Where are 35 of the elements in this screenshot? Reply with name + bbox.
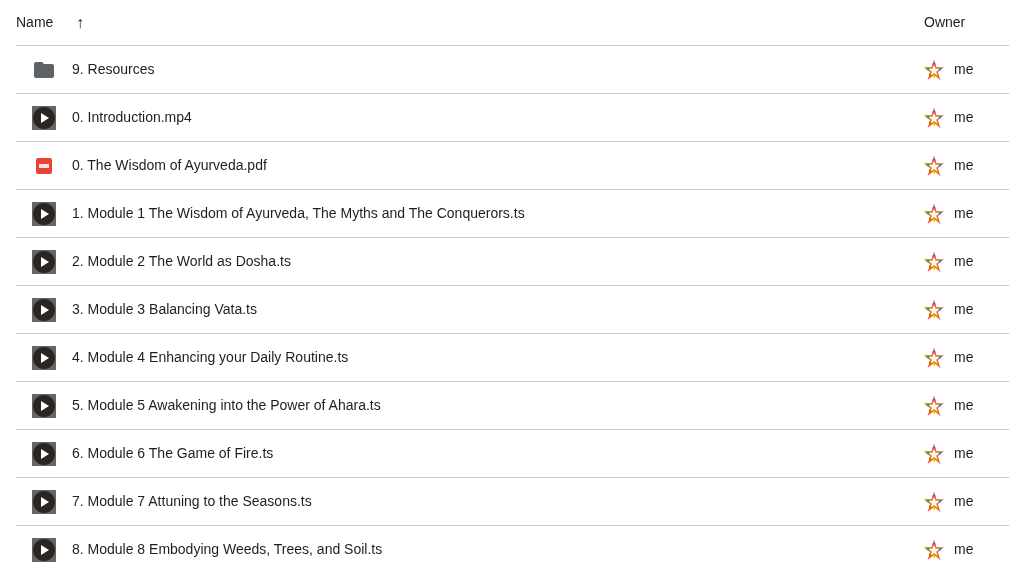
owner-name: me xyxy=(954,300,974,319)
owner-name: me xyxy=(954,444,974,463)
owner-name: me xyxy=(954,348,974,367)
file-name[interactable]: 4. Module 4 Enhancing your Daily Routine.ts xyxy=(72,347,924,368)
video-thumbnail-icon xyxy=(32,489,56,514)
owner-name: me xyxy=(954,156,974,175)
video-thumbnail-icon xyxy=(32,537,56,562)
video-thumbnail-icon xyxy=(32,345,56,370)
owner-name: me xyxy=(954,204,974,223)
owner-column-header[interactable]: Owner xyxy=(924,12,966,33)
video-thumbnail-icon xyxy=(32,393,56,418)
owner-name: me xyxy=(954,60,974,79)
name-column-header[interactable]: Name xyxy=(16,12,76,33)
owner-name: me xyxy=(954,540,974,559)
video-thumbnail-icon xyxy=(32,201,56,226)
folder-icon xyxy=(34,61,54,78)
file-name[interactable]: 3. Module 3 Balancing Vata.ts xyxy=(72,299,924,320)
sort-ascending-button[interactable]: ↑ xyxy=(76,10,924,35)
file-name[interactable]: 6. Module 6 The Game of Fire.ts xyxy=(72,443,924,464)
file-name[interactable]: 9. Resources xyxy=(72,59,924,80)
file-name[interactable]: 0. The Wisdom of Ayurveda.pdf xyxy=(72,155,924,176)
video-thumbnail-icon xyxy=(32,297,56,322)
video-thumbnail-icon xyxy=(32,441,56,466)
video-thumbnail-icon xyxy=(32,249,56,274)
file-name[interactable]: 2. Module 2 The World as Dosha.ts xyxy=(72,251,924,272)
owner-name: me xyxy=(954,252,974,271)
file-name[interactable]: 7. Module 7 Attuning to the Seasons.ts xyxy=(72,491,924,512)
file-name[interactable]: 1. Module 1 The Wisdom of Ayurveda, The Myths and The Conquerors.ts xyxy=(72,203,924,224)
owner-name: me xyxy=(954,108,974,127)
file-name[interactable]: 0. Introduction.mp4 xyxy=(72,107,924,128)
file-name[interactable]: 8. Module 8 Embodying Weeds, Trees, and Soil.ts xyxy=(72,539,924,560)
video-thumbnail-icon xyxy=(32,105,56,130)
owner-name: me xyxy=(954,492,974,511)
file-name[interactable]: 5. Module 5 Awakening into the Power of Ahara.ts xyxy=(72,395,924,416)
owner-name: me xyxy=(954,396,974,415)
